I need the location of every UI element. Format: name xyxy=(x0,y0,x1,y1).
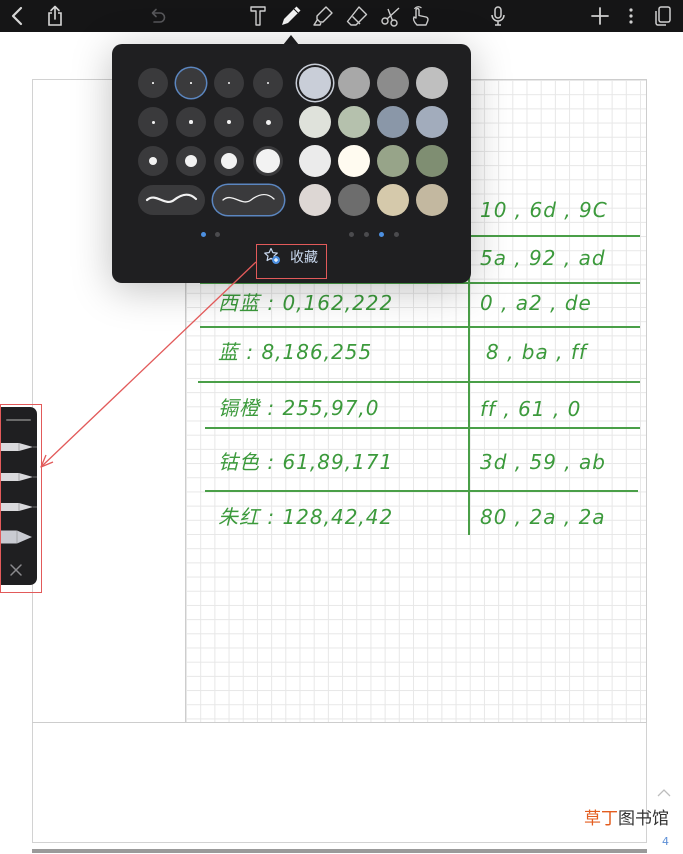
plus-icon[interactable] xyxy=(588,4,612,28)
stroke-size-option[interactable] xyxy=(214,68,244,98)
top-toolbar xyxy=(0,0,683,32)
color-page-dot[interactable] xyxy=(349,232,354,237)
color-swatch[interactable] xyxy=(377,106,409,138)
annotation-box-tray xyxy=(0,404,42,593)
share-icon[interactable] xyxy=(43,4,67,28)
watermark-part-1: 草丁 xyxy=(584,809,618,829)
color-page-dot[interactable] xyxy=(394,232,399,237)
stroke-size-option-selected[interactable] xyxy=(176,68,206,98)
microphone-icon[interactable] xyxy=(486,4,510,28)
color-swatch-selected[interactable] xyxy=(299,67,331,99)
color-swatch[interactable] xyxy=(338,184,370,216)
color-swatch[interactable] xyxy=(338,67,370,99)
text-tool-icon[interactable] xyxy=(246,4,270,28)
pen-style-fountain[interactable] xyxy=(138,185,205,215)
table-line xyxy=(205,490,638,492)
stroke-size-option[interactable] xyxy=(176,146,206,176)
color-swatch[interactable] xyxy=(377,67,409,99)
stroke-size-option[interactable] xyxy=(138,68,168,98)
page-divider xyxy=(32,722,647,723)
rgb-value: 西蓝 : 0,162,222 xyxy=(218,291,394,315)
color-swatch[interactable] xyxy=(338,145,370,177)
pages-icon[interactable] xyxy=(651,4,675,28)
size-page-dot[interactable] xyxy=(215,232,220,237)
hand-tool-icon[interactable] xyxy=(408,4,432,28)
chevron-left-icon[interactable] xyxy=(6,4,30,28)
color-page-dot-active[interactable] xyxy=(379,232,384,237)
undo-icon[interactable] xyxy=(145,4,169,28)
color-swatch[interactable] xyxy=(416,184,448,216)
color-page-dot[interactable] xyxy=(364,232,369,237)
table-line xyxy=(198,381,640,383)
hex-value: 8 , ba , ff xyxy=(486,340,587,364)
chevron-up-icon[interactable] xyxy=(657,782,671,797)
rgb-value: 朱红 : 128,42,42 xyxy=(218,505,394,529)
table-line xyxy=(200,326,640,328)
color-swatch[interactable] xyxy=(299,145,331,177)
stroke-size-option[interactable] xyxy=(176,107,206,137)
highlighter-tool-icon[interactable] xyxy=(311,4,335,28)
annotation-box-favorites xyxy=(256,244,327,279)
hex-value: ff , 61 , 0 xyxy=(480,397,582,421)
eraser-tool-icon[interactable] xyxy=(345,4,369,28)
table-line xyxy=(205,427,640,429)
hex-value: 10 , 6d , 9C xyxy=(480,198,608,222)
color-swatch[interactable] xyxy=(416,106,448,138)
stroke-size-option[interactable] xyxy=(214,146,244,176)
color-swatch[interactable] xyxy=(416,67,448,99)
rgb-value: 镉橙 : 255,97,0 xyxy=(218,396,380,420)
color-swatch[interactable] xyxy=(377,145,409,177)
stroke-size-option[interactable] xyxy=(214,107,244,137)
watermark: 草丁图书馆 xyxy=(584,808,669,830)
next-page-edge xyxy=(32,849,647,853)
more-icon[interactable] xyxy=(619,4,643,28)
size-page-dot-active[interactable] xyxy=(201,232,206,237)
pen-tool-icon[interactable] xyxy=(279,4,303,28)
rgb-value: 钴色 : 61,89,171 xyxy=(218,450,394,474)
stroke-size-option[interactable] xyxy=(253,68,283,98)
page-number: 4 xyxy=(662,835,669,848)
stroke-size-option[interactable] xyxy=(253,107,283,137)
hex-value: 0 , a2 , de xyxy=(480,291,592,315)
color-swatch[interactable] xyxy=(299,106,331,138)
lasso-tool-icon[interactable] xyxy=(379,4,403,28)
hex-value: 5a , 92 , ad xyxy=(480,246,606,270)
stroke-size-option[interactable] xyxy=(253,146,283,176)
stroke-size-option[interactable] xyxy=(138,146,168,176)
watermark-part-2: 图书馆 xyxy=(618,809,669,829)
color-swatch[interactable] xyxy=(338,106,370,138)
color-swatch[interactable] xyxy=(416,145,448,177)
color-swatch[interactable] xyxy=(377,184,409,216)
stroke-size-option[interactable] xyxy=(138,107,168,137)
rgb-value: 蓝 : 8,186,255 xyxy=(218,340,373,364)
hex-value: 80 , 2a , 2a xyxy=(480,505,606,529)
hex-value: 3d , 59 , ab xyxy=(480,450,606,474)
pen-style-ball-selected[interactable] xyxy=(213,185,284,215)
color-swatch[interactable] xyxy=(299,184,331,216)
